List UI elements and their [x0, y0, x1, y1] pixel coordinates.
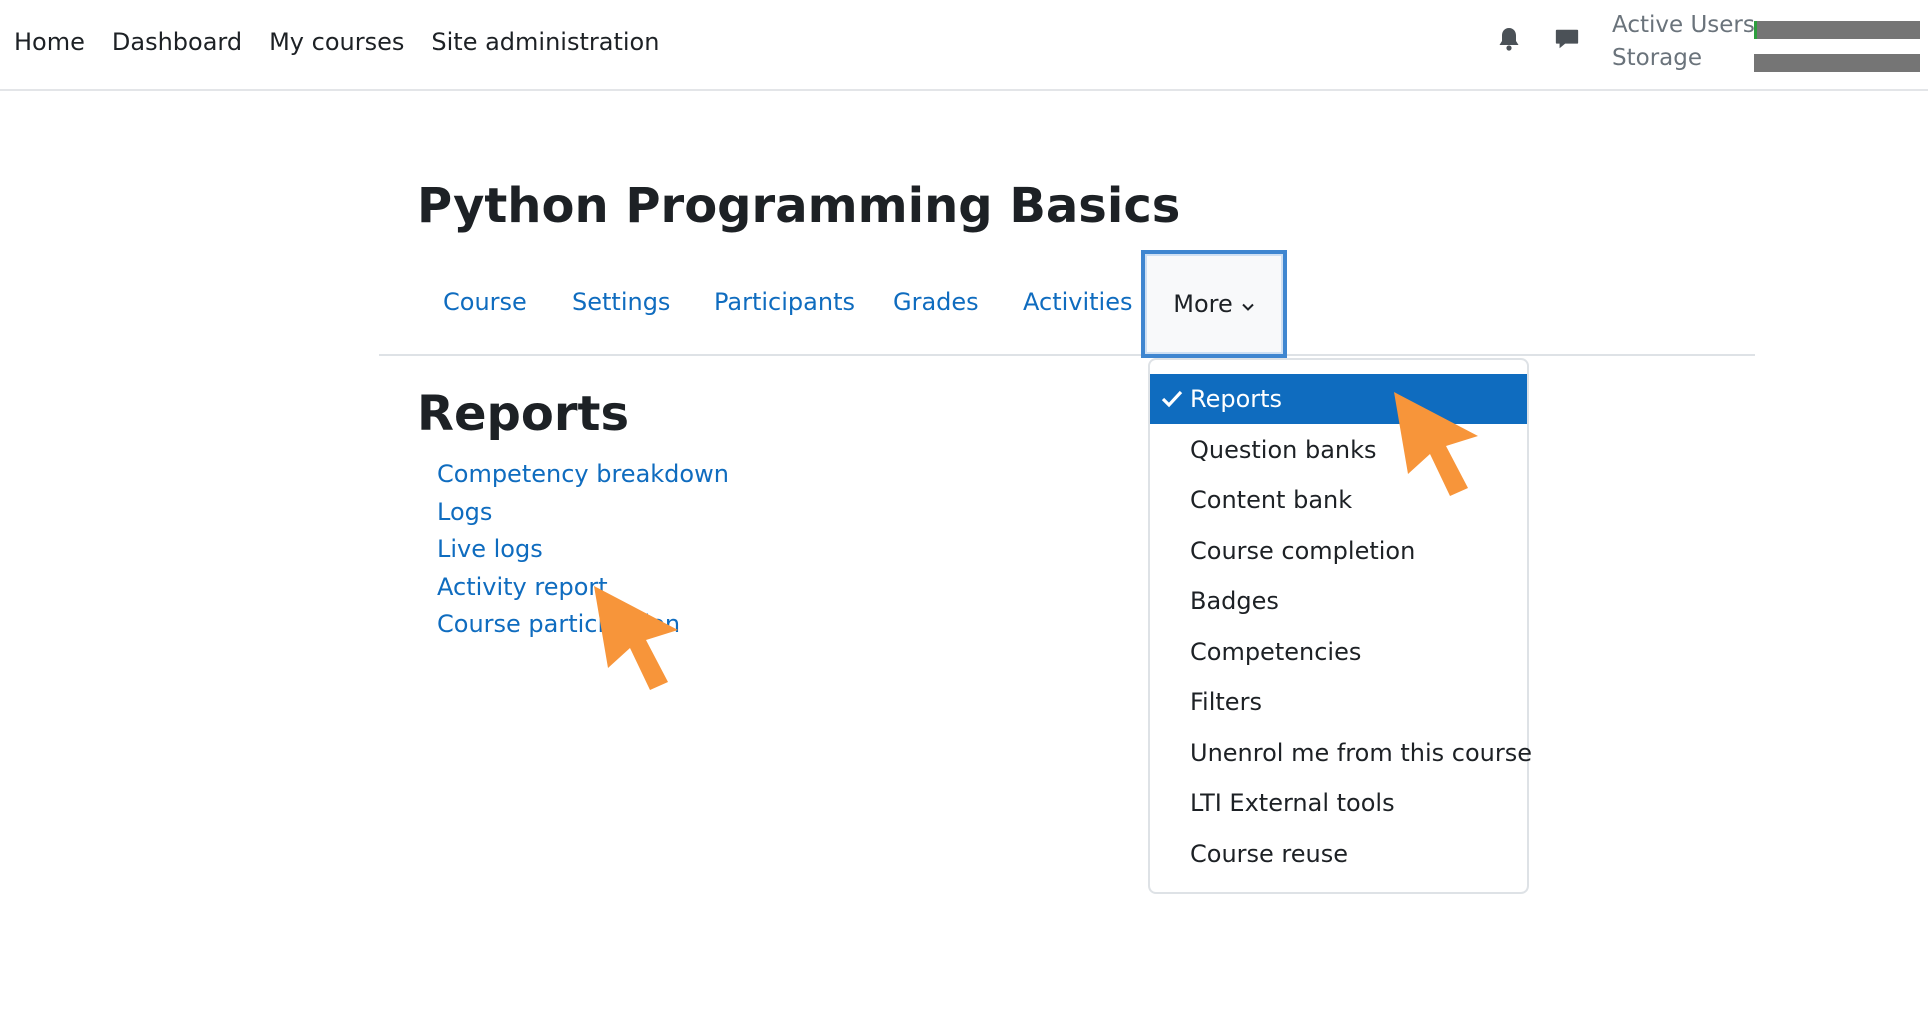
- nav-site-administration-link[interactable]: Site administration: [431, 28, 659, 56]
- tab-course[interactable]: Course: [443, 252, 527, 352]
- nav-home-link[interactable]: Home: [14, 28, 85, 56]
- report-link-logs[interactable]: Logs: [437, 494, 729, 532]
- nav-dashboard-link[interactable]: Dashboard: [112, 28, 242, 56]
- menu-item-course-completion[interactable]: Course completion: [1150, 526, 1527, 576]
- tab-grades[interactable]: Grades: [893, 252, 979, 352]
- reports-heading: Reports: [417, 386, 630, 442]
- chat-icon[interactable]: [1554, 24, 1580, 54]
- menu-item-lti-external-tools[interactable]: LTI External tools: [1150, 778, 1527, 828]
- active-users-stat: Active Users: [1612, 12, 1928, 45]
- menu-item-badges[interactable]: Badges: [1150, 576, 1527, 626]
- storage-label: Storage: [1612, 45, 1702, 71]
- usage-stats: Active Users Storage: [1612, 12, 1928, 78]
- storage-stat: Storage: [1612, 45, 1928, 78]
- primary-navigation: Home Dashboard My courses Site administr…: [14, 0, 686, 84]
- menu-item-reports[interactable]: Reports: [1150, 374, 1527, 424]
- tab-settings[interactable]: Settings: [572, 252, 670, 352]
- report-link-competency-breakdown[interactable]: Competency breakdown: [437, 456, 729, 494]
- menu-item-unenrol[interactable]: Unenrol me from this course: [1150, 728, 1532, 778]
- active-users-bar-fill: [1754, 21, 1758, 39]
- more-label: More: [1173, 290, 1233, 318]
- top-navbar: Home Dashboard My courses Site administr…: [0, 0, 1928, 91]
- chevron-down-icon: [1241, 290, 1255, 318]
- menu-item-filters[interactable]: Filters: [1150, 677, 1527, 727]
- report-link-course-participation[interactable]: Course participation: [437, 606, 729, 644]
- tab-participants[interactable]: Participants: [714, 252, 855, 352]
- menu-item-content-bank[interactable]: Content bank: [1150, 475, 1527, 525]
- nav-my-courses-link[interactable]: My courses: [269, 28, 404, 56]
- more-dropdown-menu: Reports Question banks Content bank Cour…: [1148, 358, 1532, 894]
- menu-item-course-reuse[interactable]: Course reuse: [1150, 829, 1527, 879]
- more-menu-button[interactable]: More: [1141, 250, 1287, 358]
- tab-activities[interactable]: Activities: [1023, 252, 1133, 352]
- menu-item-label: Reports: [1190, 385, 1283, 413]
- check-icon: [1161, 390, 1183, 408]
- menu-item-question-banks[interactable]: Question banks: [1150, 425, 1527, 475]
- report-links-list: Competency breakdown Logs Live logs Acti…: [437, 456, 729, 644]
- active-users-bar: [1754, 21, 1920, 39]
- page-title: Python Programming Basics: [417, 178, 1181, 234]
- report-link-activity-report[interactable]: Activity report: [437, 569, 729, 607]
- menu-item-competencies[interactable]: Competencies: [1150, 627, 1527, 677]
- report-link-live-logs[interactable]: Live logs: [437, 531, 729, 569]
- course-secondary-navigation: Course Settings Participants Grades Acti…: [379, 250, 1755, 358]
- active-users-label: Active Users: [1612, 12, 1755, 38]
- storage-bar: [1754, 54, 1920, 72]
- bell-icon[interactable]: [1496, 24, 1522, 54]
